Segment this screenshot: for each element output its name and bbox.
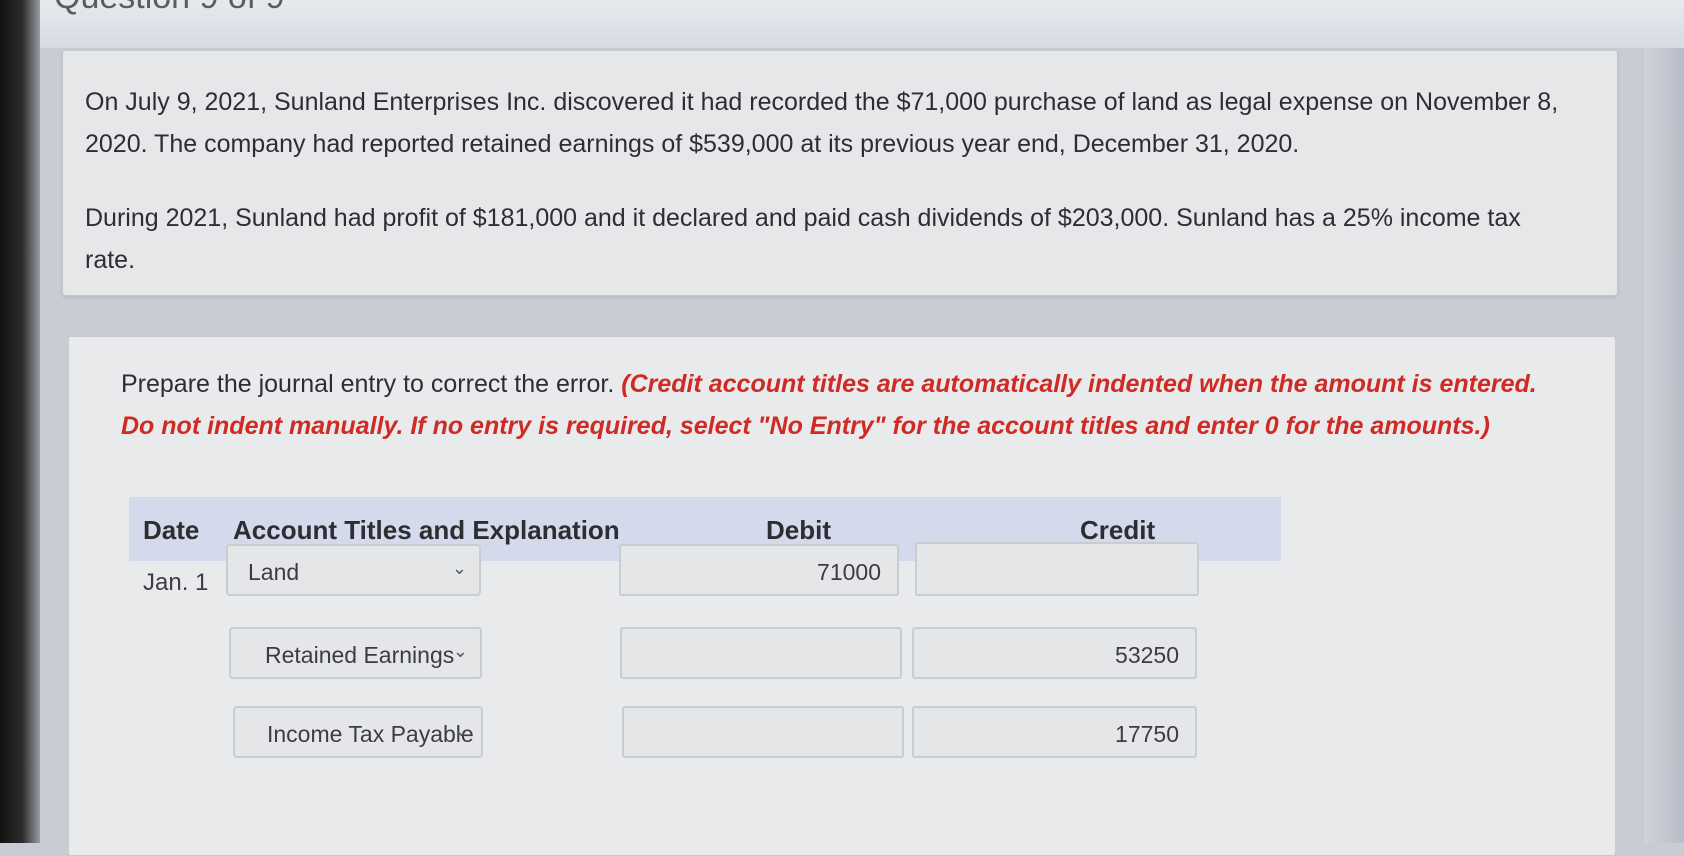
row-1-debit-input[interactable]: 71000 — [619, 544, 899, 596]
row-1-credit-input[interactable] — [915, 542, 1199, 596]
problem-paragraph-1: On July 9, 2021, Sunland Enterprises Inc… — [85, 88, 1559, 158]
journal-entry-panel: Prepare the journal entry to correct the… — [68, 336, 1616, 856]
row-3-credit-input[interactable]: 17750 — [912, 706, 1197, 758]
problem-statement: On July 9, 2021, Sunland Enterprises Inc… — [62, 50, 1618, 296]
row-1-debit-value: 71000 — [817, 559, 881, 585]
row-3-debit-input[interactable] — [622, 706, 904, 758]
chevron-down-icon: ⌄ — [453, 720, 469, 740]
page-top-strip: Question 9 of 9 — [40, 0, 1684, 48]
chevron-down-icon: ⌄ — [452, 641, 468, 661]
page-heading: Question 9 of 9 — [54, 0, 285, 17]
chevron-down-icon: ⌄ — [451, 558, 467, 578]
monitor-bezel — [0, 0, 40, 843]
row-1-date: Jan. 1 — [143, 569, 209, 596]
page-right-edge — [1644, 0, 1684, 843]
instruction-text: Prepare the journal entry to correct the… — [121, 363, 1541, 447]
problem-paragraph-2: During 2021, Sunland had profit of $181,… — [85, 204, 1521, 274]
instruction-main: Prepare the journal entry to correct the… — [121, 370, 622, 398]
row-3-account-select[interactable]: Income Tax Payable ⌄ — [233, 706, 483, 758]
header-debit: Debit — [766, 515, 831, 545]
row-2-account-select[interactable]: Retained Earnings ⌄ — [229, 627, 482, 679]
row-3-account-label: Income Tax Payable — [267, 721, 474, 747]
row-1-account-select[interactable]: Land ⌄ — [226, 544, 481, 596]
row-1-account-label: Land — [248, 559, 300, 585]
row-2-debit-input[interactable] — [620, 627, 902, 679]
row-2-credit-input[interactable]: 53250 — [912, 627, 1197, 679]
row-3-credit-value: 17750 — [1115, 721, 1179, 747]
header-account-titles: Account Titles and Explanation — [233, 515, 620, 545]
header-date: Date — [143, 515, 200, 545]
row-2-credit-value: 53250 — [1115, 642, 1179, 668]
row-2-account-label: Retained Earnings — [265, 642, 455, 668]
